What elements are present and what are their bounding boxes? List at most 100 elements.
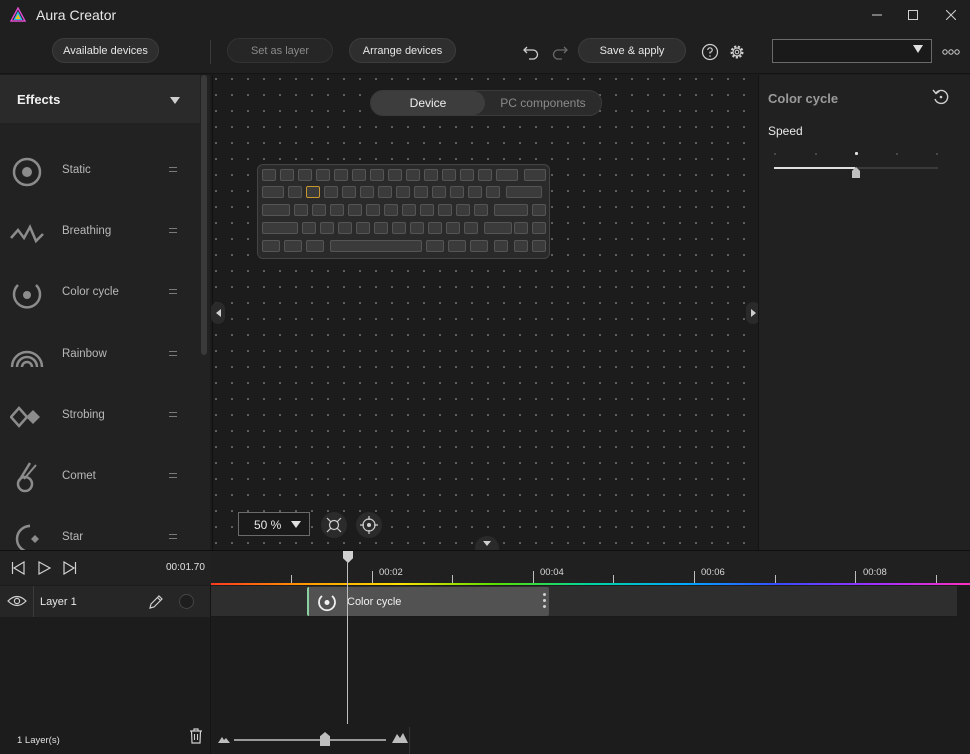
keyboard-key[interactable] bbox=[388, 169, 402, 181]
keyboard-key[interactable] bbox=[288, 186, 302, 198]
keyboard-key[interactable] bbox=[334, 169, 348, 181]
collapse-left-button[interactable] bbox=[211, 302, 225, 324]
drag-handle-icon[interactable] bbox=[169, 289, 177, 294]
pencil-icon[interactable] bbox=[148, 594, 164, 610]
keyboard-key[interactable] bbox=[342, 186, 356, 198]
effect-item-star[interactable]: Star bbox=[0, 510, 200, 550]
keyboard-key[interactable] bbox=[392, 222, 406, 234]
effect-item-rainbow[interactable]: Rainbow bbox=[0, 327, 200, 383]
center-view-button[interactable] bbox=[356, 512, 382, 538]
keyboard-key[interactable] bbox=[446, 222, 460, 234]
minimize-button[interactable] bbox=[858, 0, 896, 30]
keyboard-key[interactable] bbox=[470, 240, 488, 252]
drag-handle-icon[interactable] bbox=[169, 351, 177, 356]
keyboard-key[interactable] bbox=[402, 204, 416, 216]
zoom-dropdown[interactable]: 50 % bbox=[238, 512, 310, 536]
keyboard-key[interactable] bbox=[262, 186, 284, 198]
keyboard-key[interactable] bbox=[262, 204, 290, 216]
keyboard-key[interactable] bbox=[484, 222, 512, 234]
drag-handle-icon[interactable] bbox=[169, 473, 177, 478]
keyboard-key[interactable] bbox=[496, 169, 518, 181]
effect-clip[interactable]: Color cycle bbox=[307, 587, 549, 616]
keyboard-key[interactable] bbox=[374, 222, 388, 234]
keyboard-key[interactable] bbox=[262, 222, 298, 234]
keyboard-key[interactable] bbox=[450, 186, 464, 198]
drag-handle-icon[interactable] bbox=[169, 167, 177, 172]
keyboard-device[interactable] bbox=[257, 164, 550, 259]
eye-icon[interactable] bbox=[7, 594, 27, 608]
keyboard-key[interactable] bbox=[456, 204, 470, 216]
arrange-devices-button[interactable]: Arrange devices bbox=[349, 38, 456, 63]
keyboard-key[interactable] bbox=[460, 169, 474, 181]
effect-item-color-cycle[interactable]: Color cycle bbox=[0, 265, 200, 321]
skip-to-start-button[interactable] bbox=[9, 559, 27, 577]
keyboard-key[interactable] bbox=[366, 204, 380, 216]
tab-pc-components[interactable]: PC components bbox=[485, 91, 601, 115]
keyboard-key[interactable] bbox=[532, 204, 546, 216]
keyboard-key[interactable] bbox=[284, 240, 302, 252]
save-apply-button[interactable]: Save & apply bbox=[578, 38, 686, 63]
keyboard-key[interactable] bbox=[532, 240, 546, 252]
tab-device[interactable]: Device bbox=[371, 91, 485, 115]
keyboard-key[interactable] bbox=[448, 240, 466, 252]
keyboard-key[interactable] bbox=[298, 169, 312, 181]
keyboard-key[interactable] bbox=[524, 169, 546, 181]
maximize-button[interactable] bbox=[894, 0, 932, 30]
keyboard-key[interactable] bbox=[324, 186, 338, 198]
keyboard-key[interactable] bbox=[312, 204, 326, 216]
time-ruler[interactable]: 00:02 00:04 00:06 00:08 bbox=[211, 551, 970, 585]
keyboard-key[interactable] bbox=[262, 169, 276, 181]
keyboard-key[interactable] bbox=[432, 186, 446, 198]
keyboard-key[interactable] bbox=[426, 240, 444, 252]
set-as-layer-button[interactable]: Set as layer bbox=[227, 38, 333, 63]
keyboard-key[interactable] bbox=[316, 169, 330, 181]
keyboard-key[interactable] bbox=[330, 204, 344, 216]
keyboard-key[interactable] bbox=[302, 222, 316, 234]
more-options-button[interactable] bbox=[940, 41, 962, 63]
effect-item-strobing[interactable]: Strobing bbox=[0, 388, 200, 444]
layer-row[interactable]: Layer 1 Color cycle bbox=[0, 586, 957, 617]
keyboard-key[interactable] bbox=[514, 222, 528, 234]
keyboard-key[interactable] bbox=[378, 186, 392, 198]
trash-icon[interactable] bbox=[189, 728, 203, 744]
keyboard-key[interactable] bbox=[306, 240, 324, 252]
keyboard-key[interactable] bbox=[486, 186, 500, 198]
keyboard-key[interactable] bbox=[424, 169, 438, 181]
keyboard-key[interactable] bbox=[406, 169, 420, 181]
keyboard-key[interactable] bbox=[420, 204, 434, 216]
keyboard-key[interactable] bbox=[514, 240, 528, 252]
clip-menu-icon[interactable] bbox=[543, 593, 546, 610]
keyboard-key[interactable] bbox=[494, 204, 528, 216]
keyboard-key[interactable] bbox=[506, 186, 542, 198]
keyboard-key[interactable] bbox=[474, 204, 488, 216]
keyboard-key[interactable] bbox=[438, 204, 452, 216]
redo-button[interactable] bbox=[549, 41, 571, 63]
keyboard-key[interactable] bbox=[442, 169, 456, 181]
layer-color-swatch[interactable] bbox=[179, 594, 194, 609]
drag-handle-icon[interactable] bbox=[169, 228, 177, 233]
keyboard-key[interactable] bbox=[396, 186, 410, 198]
settings-button[interactable] bbox=[726, 41, 748, 63]
help-button[interactable] bbox=[699, 41, 721, 63]
keyboard-key[interactable] bbox=[360, 186, 374, 198]
keyboard-key[interactable] bbox=[428, 222, 442, 234]
keyboard-key[interactable] bbox=[356, 222, 370, 234]
close-button[interactable] bbox=[932, 0, 970, 30]
keyboard-key[interactable] bbox=[348, 204, 362, 216]
timeline-zoom-slider[interactable] bbox=[212, 727, 410, 754]
play-button[interactable] bbox=[35, 559, 53, 577]
available-devices-button[interactable]: Available devices bbox=[52, 38, 159, 63]
keyboard-key[interactable] bbox=[294, 204, 308, 216]
keyboard-key[interactable] bbox=[532, 222, 546, 234]
effects-header[interactable]: Effects bbox=[0, 75, 200, 123]
effect-item-breathing[interactable]: Breathing bbox=[0, 204, 200, 260]
keyboard-key[interactable] bbox=[410, 222, 424, 234]
profile-dropdown[interactable] bbox=[772, 39, 932, 63]
keyboard-key[interactable] bbox=[306, 186, 320, 198]
fit-to-screen-button[interactable] bbox=[321, 512, 347, 538]
reset-icon[interactable] bbox=[931, 87, 951, 107]
keyboard-key[interactable] bbox=[330, 240, 422, 252]
keyboard-key[interactable] bbox=[468, 186, 482, 198]
keyboard-key[interactable] bbox=[494, 240, 508, 252]
keyboard-key[interactable] bbox=[262, 240, 280, 252]
